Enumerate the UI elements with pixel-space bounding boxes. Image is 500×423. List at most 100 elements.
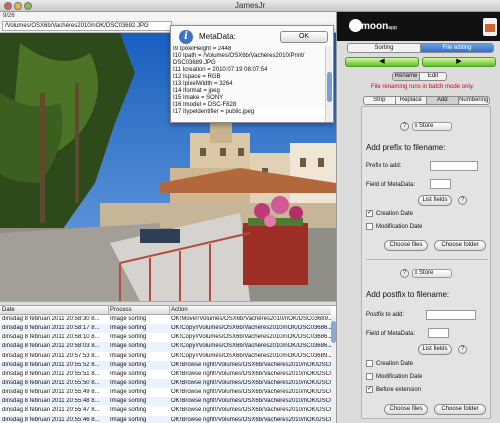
- table-row[interactable]: dinsdag 8 februari 2011 20:58:17 8... Ima…: [0, 324, 331, 334]
- control-pane: moonapp Sorting File editing ◀ ▶ Rename …: [336, 12, 500, 423]
- main-tabs: Sorting File editing: [347, 43, 494, 53]
- postfix-list-fields-button[interactable]: List fields: [418, 344, 452, 355]
- prefix-fields-help-button[interactable]: ?: [458, 196, 467, 205]
- log-action-cell: OK!Browse right!/Volumes/OSX6b/Vachères2…: [171, 398, 331, 405]
- log-process-cell: Image sorting: [110, 379, 147, 386]
- log-action-cell: OK!Copy!/Volumes/OSX6b/Vachères2010/nOK/…: [171, 334, 331, 341]
- postfix-fields-help-button[interactable]: ?: [458, 345, 467, 354]
- next-image-button[interactable]: ▶: [422, 57, 496, 67]
- title-bar: JamesJr: [0, 0, 500, 12]
- log-action-cell: OK!Copy!/Volumes/OSX6b/Vachères2010/nOK/…: [171, 352, 331, 359]
- metadata-line: I17 Itypeldentifier = public.jpeg: [173, 109, 327, 116]
- postfix-choose-files-button[interactable]: Choose files: [384, 404, 428, 415]
- log-date-cell: dinsdag 8 februari 2011 20:55:47 8...: [2, 407, 100, 414]
- table-row[interactable]: dinsdag 8 februari 2011 20:58:10 8... Ima…: [0, 333, 331, 342]
- tab-rename[interactable]: Rename: [393, 73, 419, 80]
- prefix-input[interactable]: [430, 161, 478, 171]
- app-bag-icon: [483, 18, 497, 36]
- postfix-mode-value: Store: [419, 270, 434, 276]
- ok-button[interactable]: OK: [280, 31, 328, 43]
- postfix-mode-select[interactable]: ⇕ Store: [412, 269, 452, 278]
- table-row[interactable]: dinsdag 8 februari 2011 20:55:49 8... Ima…: [0, 388, 331, 397]
- log-date-cell: dinsdag 8 februari 2011 20:58:10 8...: [2, 334, 100, 341]
- postfix-help-button[interactable]: ?: [400, 269, 409, 278]
- table-row[interactable]: dinsdag 8 februari 2011 20:55:48 8... Ima…: [0, 397, 331, 407]
- log-date-cell: dinsdag 8 februari 2011 20:55:51 8...: [2, 370, 100, 377]
- log-process-cell: Image sorting: [110, 416, 147, 423]
- log-process-cell: Image sorting: [110, 316, 147, 322]
- log-action-cell: OK!Copy!/Volumes/OSX6b/Vachères2010/nOK/…: [171, 343, 331, 350]
- log-action-cell: OK!Browse right!/Volumes/OSX6b/Vachères2…: [171, 361, 331, 368]
- log-action-cell: OK!Browse right!/Volumes/OSX6b/Vachères2…: [171, 407, 331, 414]
- prefix-mode-select[interactable]: ⇕ Store: [412, 122, 452, 131]
- prefix-field-input[interactable]: [430, 179, 451, 189]
- add-panel: ? ⇕ Store Add prefix to filename: Prefix…: [361, 106, 491, 419]
- tab-strip[interactable]: Strip: [364, 97, 395, 104]
- metadata-line: I12 Ispace = RGB: [173, 74, 221, 80]
- tab-edit[interactable]: Edit: [419, 73, 446, 80]
- log-process-cell: Image sorting: [110, 398, 147, 405]
- brand-bar: moonapp: [337, 12, 500, 41]
- viewer-pane: 9/26 /Volumes/OSX6b/Vachères2010/nOK/DSC…: [0, 12, 336, 423]
- table-row[interactable]: dinsdag 8 februari 2011 20:55:46 8... Ima…: [0, 415, 331, 423]
- postfix-before-extension-checkbox[interactable]: ✓: [366, 386, 373, 393]
- brand-suffix: app: [388, 25, 398, 31]
- log-date-cell: dinsdag 8 februari 2011 20:58:30 8...: [2, 316, 100, 322]
- postfix-modification-date-checkbox[interactable]: [366, 373, 373, 380]
- table-row[interactable]: dinsdag 8 februari 2011 20:55:52 8... Ima…: [0, 360, 331, 370]
- log-process-cell: Image sorting: [110, 352, 147, 359]
- tab-numbering[interactable]: Numbering: [457, 97, 490, 104]
- metadata-scrollbar[interactable]: [325, 46, 332, 122]
- log-date-cell: dinsdag 8 februari 2011 20:55:50 8...: [2, 379, 100, 386]
- table-row[interactable]: dinsdag 8 februari 2011 20:55:50 8... Ima…: [0, 378, 331, 389]
- postfix-creation-date-checkbox[interactable]: [366, 360, 373, 367]
- tab-replace[interactable]: Replace: [394, 97, 427, 104]
- tab-file-editing[interactable]: File editing: [420, 44, 493, 52]
- log-table: Date Process Action dinsdag 8 februari 2…: [0, 306, 336, 423]
- column-header-action[interactable]: Action: [171, 307, 188, 313]
- metadata-line: I9 IpixelHeight = 2448: [173, 46, 232, 52]
- tab-add[interactable]: Add: [426, 97, 458, 104]
- tab-sorting[interactable]: Sorting: [348, 44, 420, 52]
- postfix-before-extension-label: Before extension: [376, 387, 422, 393]
- log-process-cell: Image sorting: [110, 370, 147, 377]
- postfix-field-label: Field of MetaData:: [366, 331, 416, 337]
- prefix-mode-value: Store: [419, 123, 434, 129]
- updown-arrows-icon: ⇕: [414, 123, 419, 129]
- table-row[interactable]: dinsdag 8 februari 2011 20:58:03 8... Ima…: [0, 342, 331, 352]
- metadata-line: DSC03689.JPG: [173, 60, 216, 66]
- column-header-process[interactable]: Process: [110, 307, 132, 313]
- postfix-input[interactable]: [426, 310, 476, 320]
- prefix-modification-date-checkbox[interactable]: [366, 223, 373, 230]
- postfix-label: Postfix to add:: [366, 312, 405, 318]
- log-table-header: Date Process Action: [0, 306, 331, 315]
- log-process-cell: Image sorting: [110, 325, 147, 332]
- metadata-list[interactable]: I9 IpixelHeight = 2448 I10 Ipath = /Volu…: [171, 46, 327, 122]
- updown-arrows-icon: ⇕: [414, 270, 419, 276]
- postfix-modification-date-label: Modification Date: [376, 374, 423, 380]
- postfix-section-title: Add postfix to filename:: [366, 290, 450, 299]
- prefix-creation-date-checkbox[interactable]: ✓: [366, 210, 373, 217]
- path-field[interactable]: /Volumes/OSX6b/Vachères2010/nOK/DSC03692…: [2, 21, 172, 31]
- previous-image-button[interactable]: ◀: [345, 57, 419, 67]
- table-row[interactable]: dinsdag 8 februari 2011 20:57:53 8... Ima…: [0, 352, 331, 361]
- prefix-list-fields-button[interactable]: List fields: [418, 195, 452, 206]
- log-process-cell: Image sorting: [110, 343, 147, 350]
- table-row[interactable]: dinsdag 8 februari 2011 20:55:47 8... Ima…: [0, 406, 331, 415]
- metadata-line: I16 Imodel = DSC-F828: [173, 102, 237, 108]
- log-date-cell: dinsdag 8 februari 2011 20:55:49 8...: [2, 389, 100, 396]
- log-date-cell: dinsdag 8 februari 2011 20:55:46 8...: [2, 416, 100, 423]
- prefix-choose-files-button[interactable]: Choose files: [384, 240, 428, 251]
- postfix-field-input[interactable]: [428, 328, 449, 338]
- table-row[interactable]: dinsdag 8 februari 2011 20:58:30 8... Ima…: [0, 315, 331, 324]
- prefix-help-button[interactable]: ?: [400, 122, 409, 131]
- brand-name: moon: [361, 21, 389, 32]
- log-action-cell: OK!Browse right!/Volumes/OSX6b/Vachères2…: [171, 416, 331, 423]
- metadata-line: I13 IpixelWidth = 3264: [173, 81, 233, 87]
- postfix-choose-folder-button[interactable]: Choose folder: [434, 404, 486, 415]
- info-icon: i: [179, 30, 193, 44]
- prefix-choose-folder-button[interactable]: Choose folder: [434, 240, 486, 251]
- table-row[interactable]: dinsdag 8 februari 2011 20:55:51 8... Ima…: [0, 370, 331, 379]
- column-header-date[interactable]: Date: [2, 307, 15, 313]
- metadata-scroll-thumb[interactable]: [327, 72, 332, 102]
